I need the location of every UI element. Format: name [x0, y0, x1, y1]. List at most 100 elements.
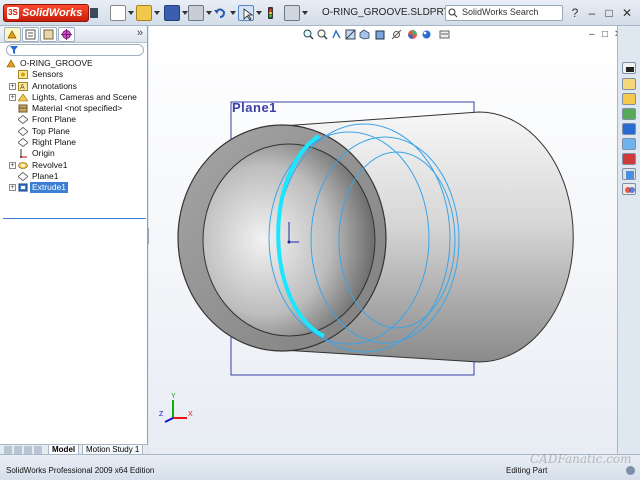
chevron-down-icon[interactable]	[230, 11, 236, 15]
part-model[interactable]	[149, 26, 617, 454]
help-button[interactable]: ?	[569, 6, 581, 20]
tree-item-front-plane[interactable]: Front Plane	[0, 114, 148, 125]
plane1-label[interactable]: Plane1	[232, 100, 277, 115]
extrude-icon	[18, 183, 28, 192]
origin-icon	[20, 149, 27, 159]
select-icon[interactable]	[238, 5, 254, 21]
graphics-area[interactable]: – □ ✕	[149, 26, 622, 454]
expand-icon[interactable]: +	[9, 82, 16, 90]
status-product-text: SolidWorks Professional 2009 x64 Edition	[6, 466, 155, 475]
chevron-down-icon[interactable]	[154, 11, 160, 15]
bottom-tabs: Model Motion Study 1	[0, 444, 148, 455]
configurationmanager-tab[interactable]	[40, 27, 57, 42]
tree-item-label: Sensors	[32, 69, 64, 80]
task-pane	[617, 26, 640, 454]
feature-manager-panel: » O-RING_GROOVE Sensors + A Annotations …	[0, 26, 148, 455]
undo-icon[interactable]	[212, 5, 228, 21]
save-icon[interactable]	[164, 5, 180, 21]
tree-item-part[interactable]: O-RING_GROOVE	[0, 58, 148, 69]
tree-item-label: Revolve1	[32, 159, 68, 170]
triad-z-label: Z	[159, 411, 164, 418]
resources-icon[interactable]	[622, 62, 636, 74]
window-title: O-RING_GROOVE.SLDPRT *	[322, 7, 457, 18]
status-mode-text: Editing Part	[506, 466, 548, 475]
tree-item-label: Extrude1	[30, 182, 69, 194]
tree-item-label: Annotations	[32, 80, 77, 91]
toolbox-icon[interactable]	[622, 168, 636, 180]
chevron-down-icon[interactable]	[128, 11, 134, 15]
print-icon[interactable]	[188, 5, 204, 21]
expand-icon[interactable]: +	[9, 161, 16, 169]
close-button[interactable]: ✕	[621, 6, 633, 20]
tree-item-lights[interactable]: + Lights, Cameras and Scene	[0, 92, 148, 103]
sensor-icon	[18, 70, 28, 80]
view-palette-icon[interactable]	[622, 123, 636, 135]
open-file-icon[interactable]	[136, 5, 152, 21]
plane-icon	[18, 138, 28, 148]
status-help-icon[interactable]	[626, 466, 635, 475]
annotations-icon: A	[18, 81, 28, 91]
minimize-button[interactable]: –	[586, 6, 598, 20]
rebuild-icon[interactable]	[262, 5, 278, 21]
tree-filter-input[interactable]	[6, 44, 144, 56]
tree-item-label: Lights, Cameras and Scene	[32, 91, 137, 102]
featuremanager-tab[interactable]	[4, 27, 21, 42]
last-tab-arrow-icon[interactable]	[34, 446, 42, 454]
propertymanager-tab[interactable]	[22, 27, 39, 42]
tree-item-label: Origin	[32, 148, 55, 159]
tree-item-top-plane[interactable]: Top Plane	[0, 126, 148, 137]
forum-icon[interactable]	[622, 183, 636, 195]
design-library-icon[interactable]	[622, 78, 636, 90]
solidworks-logo-icon: 3S	[7, 7, 19, 19]
search-placeholder: SolidWorks Search	[462, 7, 539, 17]
tree-item-origin[interactable]: Origin	[0, 148, 148, 159]
axis-triad	[164, 400, 187, 423]
svg-text:A: A	[20, 84, 25, 91]
menu-flyout-icon[interactable]	[90, 8, 98, 18]
filter-icon	[10, 46, 18, 54]
tree-item-label: O-RING_GROOVE	[20, 58, 93, 68]
search-input[interactable]: SolidWorks Search	[445, 5, 563, 21]
tree-item-annotations[interactable]: + A Annotations	[0, 81, 148, 92]
panel-tabs: »	[0, 26, 147, 43]
file-explorer-icon[interactable]	[622, 93, 636, 105]
plane-icon	[18, 115, 28, 125]
tree-item-sensors[interactable]: Sensors	[0, 69, 148, 80]
expand-icon[interactable]: +	[9, 184, 16, 192]
prev-tab-arrow-icon[interactable]	[14, 446, 22, 454]
tree-item-material[interactable]: Material <not specified>	[0, 103, 148, 114]
search-results-icon[interactable]	[622, 108, 636, 120]
appearances-icon[interactable]	[622, 138, 636, 150]
tree-item-revolve1[interactable]: + Revolve1	[0, 160, 148, 171]
title-bar: 3S SolidWorks O-RING_GROOVE.SLDPRT * Sol…	[0, 0, 640, 26]
maximize-button[interactable]: □	[603, 6, 615, 20]
solidworks-logo[interactable]: 3S SolidWorks	[3, 4, 89, 22]
tree-item-label: Top Plane	[32, 125, 70, 136]
next-tab-arrow-icon[interactable]	[24, 446, 32, 454]
tree-item-label: Right Plane	[32, 137, 76, 148]
triad-x-label: X	[188, 411, 193, 418]
chevron-down-icon[interactable]	[302, 11, 308, 15]
expand-icon[interactable]: +	[9, 93, 16, 101]
tree-item-extrude1[interactable]: + Extrude1	[0, 182, 148, 194]
tree-item-plane1[interactable]: Plane1	[0, 171, 148, 182]
tree-item-label: Material <not specified>	[32, 103, 123, 114]
revolve-icon	[18, 161, 28, 169]
lights-icon	[18, 93, 28, 102]
first-tab-arrow-icon[interactable]	[4, 446, 12, 454]
tree-item-right-plane[interactable]: Right Plane	[0, 137, 148, 148]
new-file-icon[interactable]	[110, 5, 126, 21]
plane-icon	[18, 126, 28, 136]
triad-y-label: Y	[171, 393, 176, 400]
options-icon[interactable]	[284, 5, 300, 21]
rollback-bar[interactable]	[3, 218, 146, 219]
tree-item-label: Plane1	[32, 170, 59, 181]
expand-panel-button[interactable]: »	[137, 27, 143, 39]
search-icon	[448, 8, 458, 18]
tree-item-label: Front Plane	[32, 114, 76, 125]
dimxpert-tab[interactable]	[58, 27, 75, 42]
material-icon	[18, 104, 28, 113]
feature-tree: O-RING_GROOVE Sensors + A Annotations + …	[0, 58, 148, 194]
custom-properties-icon[interactable]	[622, 153, 636, 165]
plane-icon	[18, 171, 28, 181]
